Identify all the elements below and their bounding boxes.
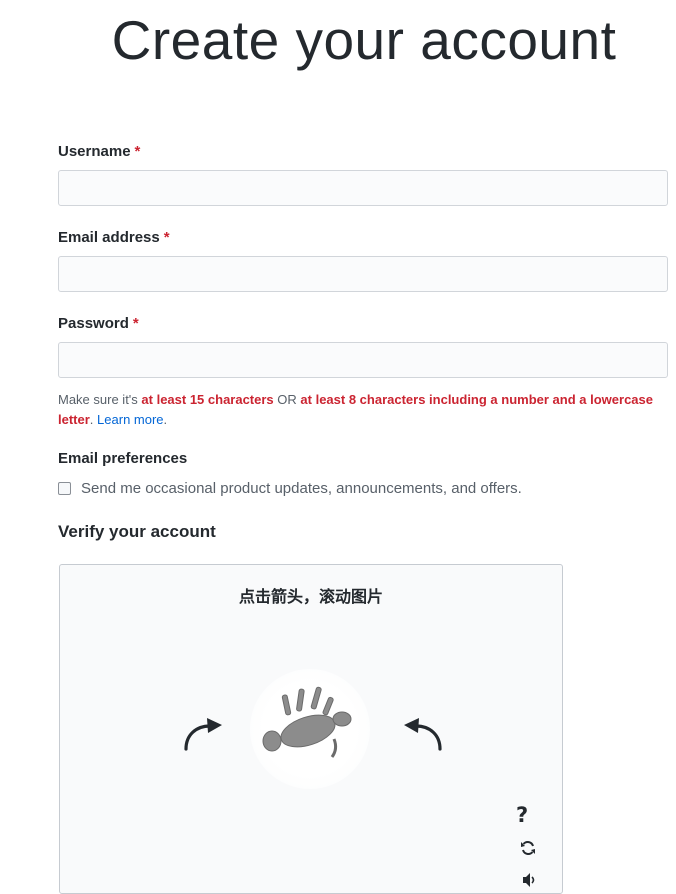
hint-dot: . <box>89 412 94 427</box>
password-label: Password * <box>58 315 139 332</box>
rotate-left-arrow-icon[interactable] <box>180 715 226 753</box>
required-mark: * <box>163 229 170 246</box>
page-title: Create your account <box>111 9 617 71</box>
hint-middle: OR <box>273 392 301 407</box>
password-hint: Make sure it's at least 15 characters OR… <box>58 390 658 430</box>
required-mark: * <box>132 315 139 332</box>
captcha-panel: 点击箭头，滚动图片 ? <box>59 564 563 894</box>
rotate-right-arrow-icon[interactable] <box>400 715 446 753</box>
email-label-text: Email address <box>58 229 160 246</box>
verify-title: Verify your account <box>58 522 216 541</box>
refresh-icon[interactable] <box>519 839 537 857</box>
learn-more-link[interactable]: Learn more <box>97 412 163 427</box>
password-label-text: Password <box>58 315 129 332</box>
email-label: Email address * <box>58 229 170 246</box>
email-preferences-option[interactable]: Send me occasional product updates, anno… <box>58 480 522 497</box>
audio-icon[interactable] <box>520 871 538 889</box>
hint-rule-length: at least 15 characters <box>141 392 274 407</box>
help-icon[interactable]: ? <box>516 803 528 827</box>
captcha-image <box>250 669 370 789</box>
username-label: Username * <box>58 143 140 160</box>
username-label-text: Username <box>58 143 131 160</box>
captcha-instruction: 点击箭头，滚动图片 <box>238 587 383 606</box>
username-input[interactable] <box>58 170 668 206</box>
email-input[interactable] <box>58 256 668 292</box>
email-preferences-title: Email preferences <box>58 450 188 467</box>
password-input[interactable] <box>58 342 668 378</box>
required-mark: * <box>134 143 141 160</box>
hint-prefix: Make sure it's <box>58 392 142 407</box>
hint-end: . <box>163 412 168 427</box>
email-preferences-checkbox[interactable] <box>58 482 71 495</box>
rotated-animal-image <box>262 686 352 758</box>
email-preferences-checkbox-label[interactable]: Send me occasional product updates, anno… <box>81 480 522 497</box>
